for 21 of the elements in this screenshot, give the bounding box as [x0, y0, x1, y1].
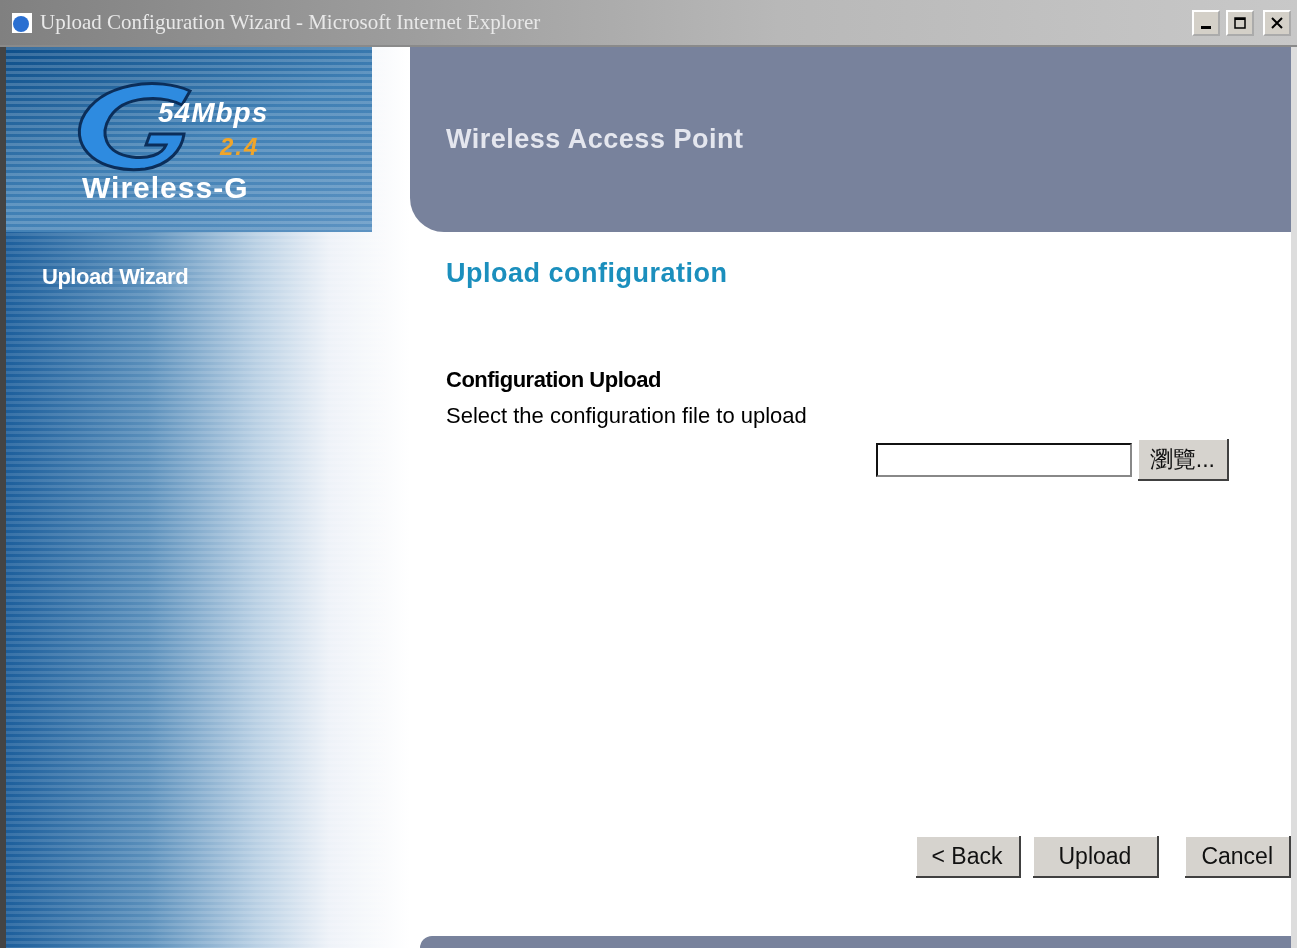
header-title: Wireless Access Point	[446, 124, 744, 155]
minimize-icon	[1201, 25, 1211, 29]
maximize-icon	[1234, 16, 1246, 29]
back-button[interactable]: < Back	[915, 836, 1021, 878]
logo-speed: 54Mbps	[158, 97, 269, 129]
section-title: Configuration Upload	[446, 367, 662, 393]
close-button[interactable]	[1263, 9, 1291, 36]
upload-button[interactable]: Upload	[1032, 836, 1160, 878]
logo-band-label: 2.4	[220, 133, 260, 161]
instruction-text: Select the configuration file to upload	[446, 403, 808, 429]
page-heading: Upload configuration	[446, 258, 729, 289]
window-title: Upload Configuration Wizard - Microsoft Internet Explorer	[40, 10, 542, 35]
close-icon	[1271, 16, 1283, 29]
browse-button[interactable]: 瀏覽...	[1137, 439, 1229, 481]
sidebar-title: Upload Wizard	[42, 264, 190, 290]
cancel-button[interactable]: Cancel	[1185, 836, 1291, 878]
browser-icon	[10, 10, 34, 35]
file-path-field[interactable]	[875, 443, 1132, 477]
logo-name: Wireless-G	[82, 171, 249, 205]
minimize-button[interactable]	[1192, 9, 1220, 36]
maximize-button[interactable]	[1226, 9, 1254, 36]
